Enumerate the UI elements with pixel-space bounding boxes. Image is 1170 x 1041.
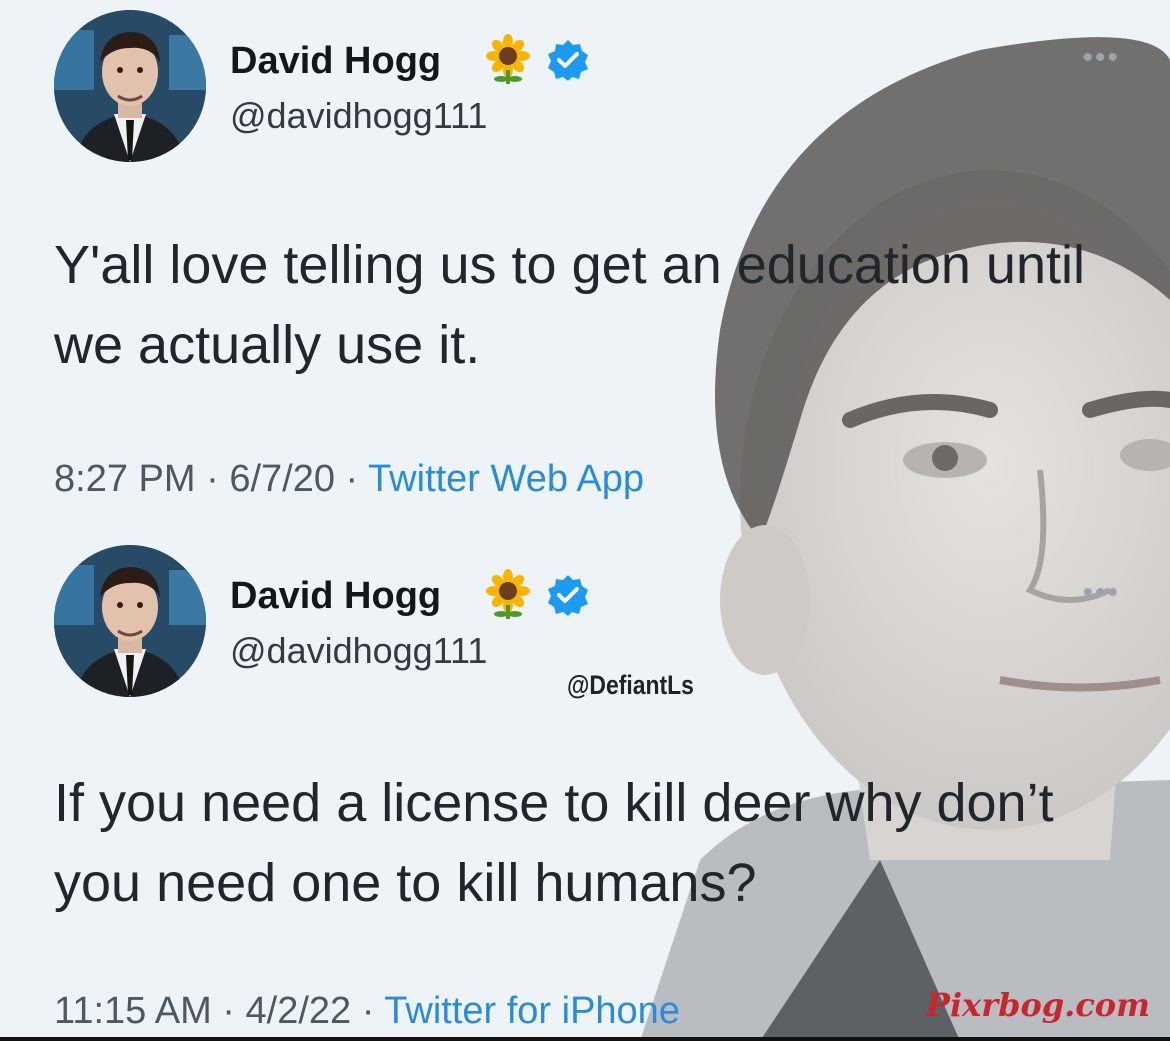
separator: · xyxy=(195,458,230,500)
sunflower-icon xyxy=(486,569,530,619)
tweet-meta: 8:27 PM · 6/7/20 · Twitter Web App xyxy=(54,458,644,501)
tweet-date[interactable]: 4/2/22 xyxy=(246,990,352,1032)
tweet-date[interactable]: 6/7/20 xyxy=(229,458,335,500)
tweet-time[interactable]: 11:15 AM xyxy=(54,990,212,1032)
display-name[interactable]: David Hogg xyxy=(230,575,441,618)
tweet-card[interactable]: David Hogg @davidhogg111 ••• If you need… xyxy=(0,535,1170,1041)
tweet-text: Y'all love telling us to get an educatio… xyxy=(54,235,1085,375)
bottom-border xyxy=(0,1037,1170,1041)
separator: · xyxy=(211,990,246,1032)
avatar[interactable] xyxy=(54,545,206,697)
tweet-card[interactable]: David Hogg @davidhogg111 ••• Y'all love … xyxy=(0,0,1170,520)
tweet-meta: 11:15 AM · 4/2/22 · Twitter for iPhone xyxy=(54,990,680,1033)
pixrbog-watermark: Pixrbog.com xyxy=(925,986,1150,1024)
tweet-source[interactable]: Twitter for iPhone xyxy=(384,990,680,1032)
more-options-icon[interactable]: ••• xyxy=(1082,578,1120,608)
separator: · xyxy=(351,990,385,1032)
more-options-icon[interactable]: ••• xyxy=(1082,43,1120,73)
handle[interactable]: @davidhogg111 xyxy=(230,95,487,137)
separator: · xyxy=(334,458,369,500)
tweet-source[interactable]: Twitter Web App xyxy=(368,458,644,500)
tweet-text: If you need a license to kill deer why d… xyxy=(54,773,1054,913)
defiant-watermark: @DefiantLs xyxy=(567,670,694,700)
tweet-time[interactable]: 8:27 PM xyxy=(54,458,196,500)
verified-badge-icon xyxy=(548,40,588,81)
sunflower-icon xyxy=(486,34,530,84)
display-name[interactable]: David Hogg xyxy=(230,40,441,83)
avatar[interactable] xyxy=(54,10,206,162)
handle[interactable]: @davidhogg111 xyxy=(230,630,487,672)
verified-badge-icon xyxy=(548,575,588,616)
